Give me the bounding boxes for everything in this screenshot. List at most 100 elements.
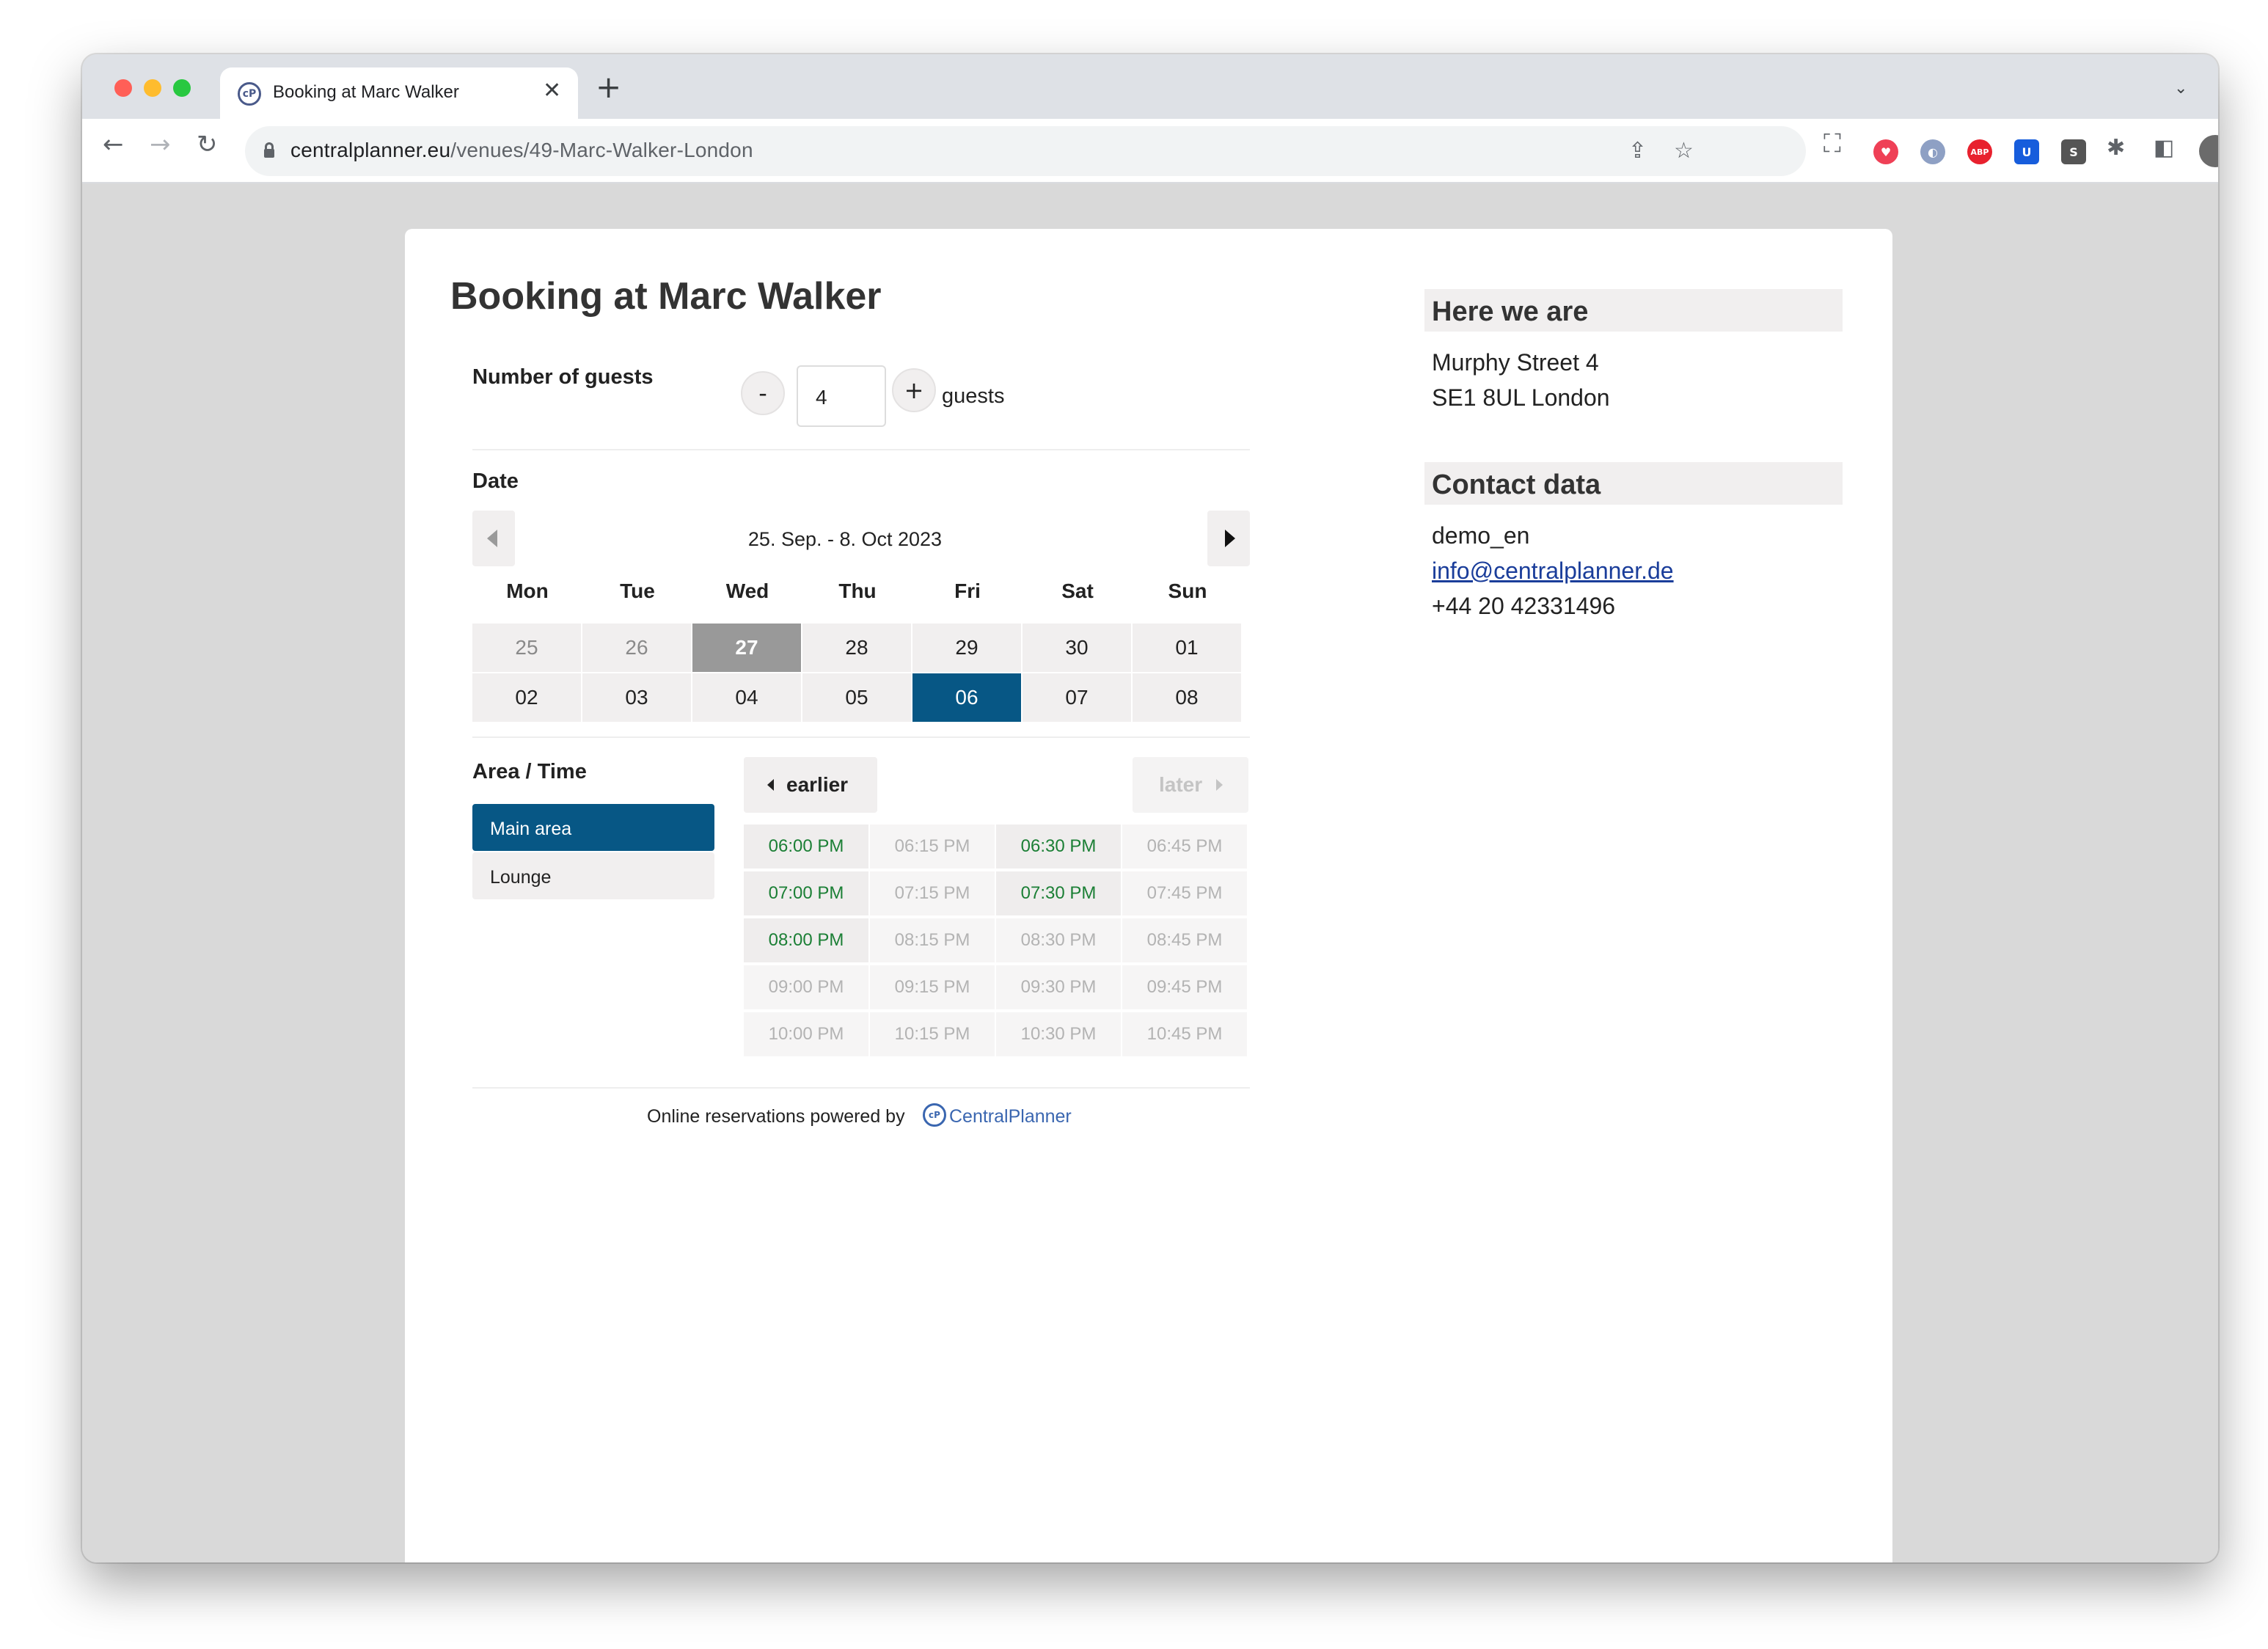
bookmark-star-icon[interactable]: ☆: [1674, 138, 1694, 164]
earlier-button[interactable]: earlier: [744, 757, 877, 813]
time-slot: 10:15 PM: [870, 1012, 995, 1056]
calendar-day[interactable]: 01: [1133, 624, 1241, 672]
divider: [472, 1087, 1250, 1089]
share-icon[interactable]: ⇪: [1628, 138, 1647, 164]
close-tab-icon[interactable]: ✕: [543, 78, 561, 103]
time-slot: 07:15 PM: [870, 871, 995, 915]
time-slot: 08:15 PM: [870, 918, 995, 962]
calendar-day: 25: [472, 624, 581, 672]
caret-right-icon: [1225, 530, 1235, 547]
time-slot[interactable]: 07:30 PM: [996, 871, 1121, 915]
centralplanner-link[interactable]: CentralPlanner: [949, 1106, 1072, 1127]
centralplanner-logo-icon[interactable]: cP: [923, 1103, 946, 1127]
earlier-label: earlier: [786, 773, 849, 796]
guests-unit-label: guests: [942, 384, 1005, 408]
calendar-day[interactable]: 28: [802, 624, 911, 672]
contact-email-link[interactable]: info@centralplanner.de: [1432, 557, 1674, 585]
caret-left-icon: [767, 779, 774, 791]
contact-name: demo_en: [1432, 522, 1530, 549]
calendar-day[interactable]: 07: [1023, 673, 1131, 722]
increase-guests-button[interactable]: +: [892, 368, 936, 412]
time-slot: 08:30 PM: [996, 918, 1121, 962]
browser-tab[interactable]: cP Booking at Marc Walker ✕: [220, 67, 578, 119]
calendar-day[interactable]: 04: [692, 673, 801, 722]
time-slot: 08:45 PM: [1122, 918, 1247, 962]
puzzle-extensions-icon[interactable]: ✱: [2107, 135, 2125, 161]
area-lounge-button[interactable]: Lounge: [472, 852, 714, 899]
weekday-header: Sat: [1061, 579, 1094, 602]
date-range: 25. Sep. - 8. Oct 2023: [747, 528, 943, 550]
calendar-day[interactable]: 08: [1133, 673, 1241, 722]
weekday-header: Mon: [506, 579, 549, 602]
weekday-header: Thu: [838, 579, 877, 602]
divider: [472, 449, 1250, 450]
tab-search-chevron-icon[interactable]: ⌄: [2174, 79, 2187, 98]
address-bar[interactable]: centralplanner.eu/venues/49-Marc-Walker-…: [245, 126, 1806, 176]
time-slot[interactable]: 06:30 PM: [996, 824, 1121, 869]
page-title: Booking at Marc Walker: [450, 275, 882, 318]
browser-toolbar: ← → ↻ centralplanner.eu/venues/49-Marc-W…: [82, 119, 2218, 183]
url-domain: centralplanner.eu: [290, 139, 451, 161]
lock-icon[interactable]: [264, 142, 274, 158]
time-slot: 10:45 PM: [1122, 1012, 1247, 1056]
back-arrow-icon[interactable]: ←: [103, 132, 124, 157]
caret-right-icon: [1216, 779, 1223, 791]
s-extension-icon[interactable]: S: [2061, 139, 2086, 164]
decrease-guests-button[interactable]: -: [741, 371, 785, 415]
guests-input[interactable]: 4: [797, 365, 886, 427]
minimize-window-button[interactable]: [144, 79, 161, 97]
weekday-header: Wed: [725, 579, 769, 602]
forward-arrow-icon[interactable]: →: [150, 132, 171, 157]
time-slot: 06:45 PM: [1122, 824, 1247, 869]
screenshot-icon[interactable]: ⛶: [1823, 129, 1841, 158]
later-label: later: [1159, 773, 1203, 796]
pocket-icon[interactable]: ♥: [1873, 139, 1898, 164]
time-slot[interactable]: 06:00 PM: [744, 824, 868, 869]
profile-avatar[interactable]: [2199, 135, 2218, 167]
weekday-header: Tue: [620, 579, 655, 602]
maximize-window-button[interactable]: [173, 79, 191, 97]
time-slot: 09:45 PM: [1122, 965, 1247, 1009]
abp-icon[interactable]: ABP: [1967, 139, 1992, 164]
contact-phone: +44 20 42331496: [1432, 593, 1616, 619]
later-button: later: [1133, 757, 1248, 813]
contact-heading: Contact data: [1424, 462, 1843, 505]
previous-period-button[interactable]: [472, 511, 515, 566]
area-main-button[interactable]: Main area: [472, 804, 714, 851]
calendar-day-today[interactable]: 27: [692, 624, 801, 672]
extension-globe-icon[interactable]: ◐: [1920, 139, 1945, 164]
tab-strip: cP Booking at Marc Walker ✕ + ⌄: [82, 54, 2218, 119]
calendar-day[interactable]: 05: [802, 673, 911, 722]
bitwarden-icon[interactable]: U: [2014, 139, 2039, 164]
next-period-button[interactable]: [1207, 511, 1250, 566]
time-slot: 07:45 PM: [1122, 871, 1247, 915]
calendar-day[interactable]: 02: [472, 673, 581, 722]
time-slot[interactable]: 07:00 PM: [744, 871, 868, 915]
time-slot: 09:00 PM: [744, 965, 868, 1009]
time-slot: 09:30 PM: [996, 965, 1121, 1009]
time-slot: 09:15 PM: [870, 965, 995, 1009]
time-slot: 10:00 PM: [744, 1012, 868, 1056]
new-tab-icon[interactable]: +: [596, 72, 621, 103]
tab-title: Booking at Marc Walker: [273, 82, 459, 102]
time-slot[interactable]: 08:00 PM: [744, 918, 868, 962]
location-heading: Here we are: [1424, 289, 1843, 332]
divider: [472, 736, 1250, 738]
side-panel-icon[interactable]: ◧: [2154, 135, 2174, 161]
calendar-day[interactable]: 30: [1023, 624, 1131, 672]
calendar-day[interactable]: 29: [912, 624, 1021, 672]
powered-by-text: Online reservations powered by: [647, 1106, 905, 1127]
centralplanner-favicon-icon: cP: [238, 82, 261, 106]
close-window-button[interactable]: [114, 79, 132, 97]
booking-card: Booking at Marc Walker Number of guests …: [405, 229, 1892, 1562]
time-slot: 06:15 PM: [870, 824, 995, 869]
calendar-day-selected[interactable]: 06: [912, 673, 1021, 722]
calendar-day[interactable]: 03: [582, 673, 691, 722]
url-text[interactable]: centralplanner.eu/venues/49-Marc-Walker-…: [290, 139, 753, 162]
caret-left-icon: [487, 530, 497, 547]
url-path: /venues/49-Marc-Walker-London: [450, 139, 753, 161]
weekday-header: Fri: [954, 579, 981, 602]
area-time-label: Area / Time: [472, 760, 587, 783]
reload-icon[interactable]: ↻: [197, 132, 218, 157]
page-viewport: Booking at Marc Walker Number of guests …: [82, 183, 2218, 1562]
